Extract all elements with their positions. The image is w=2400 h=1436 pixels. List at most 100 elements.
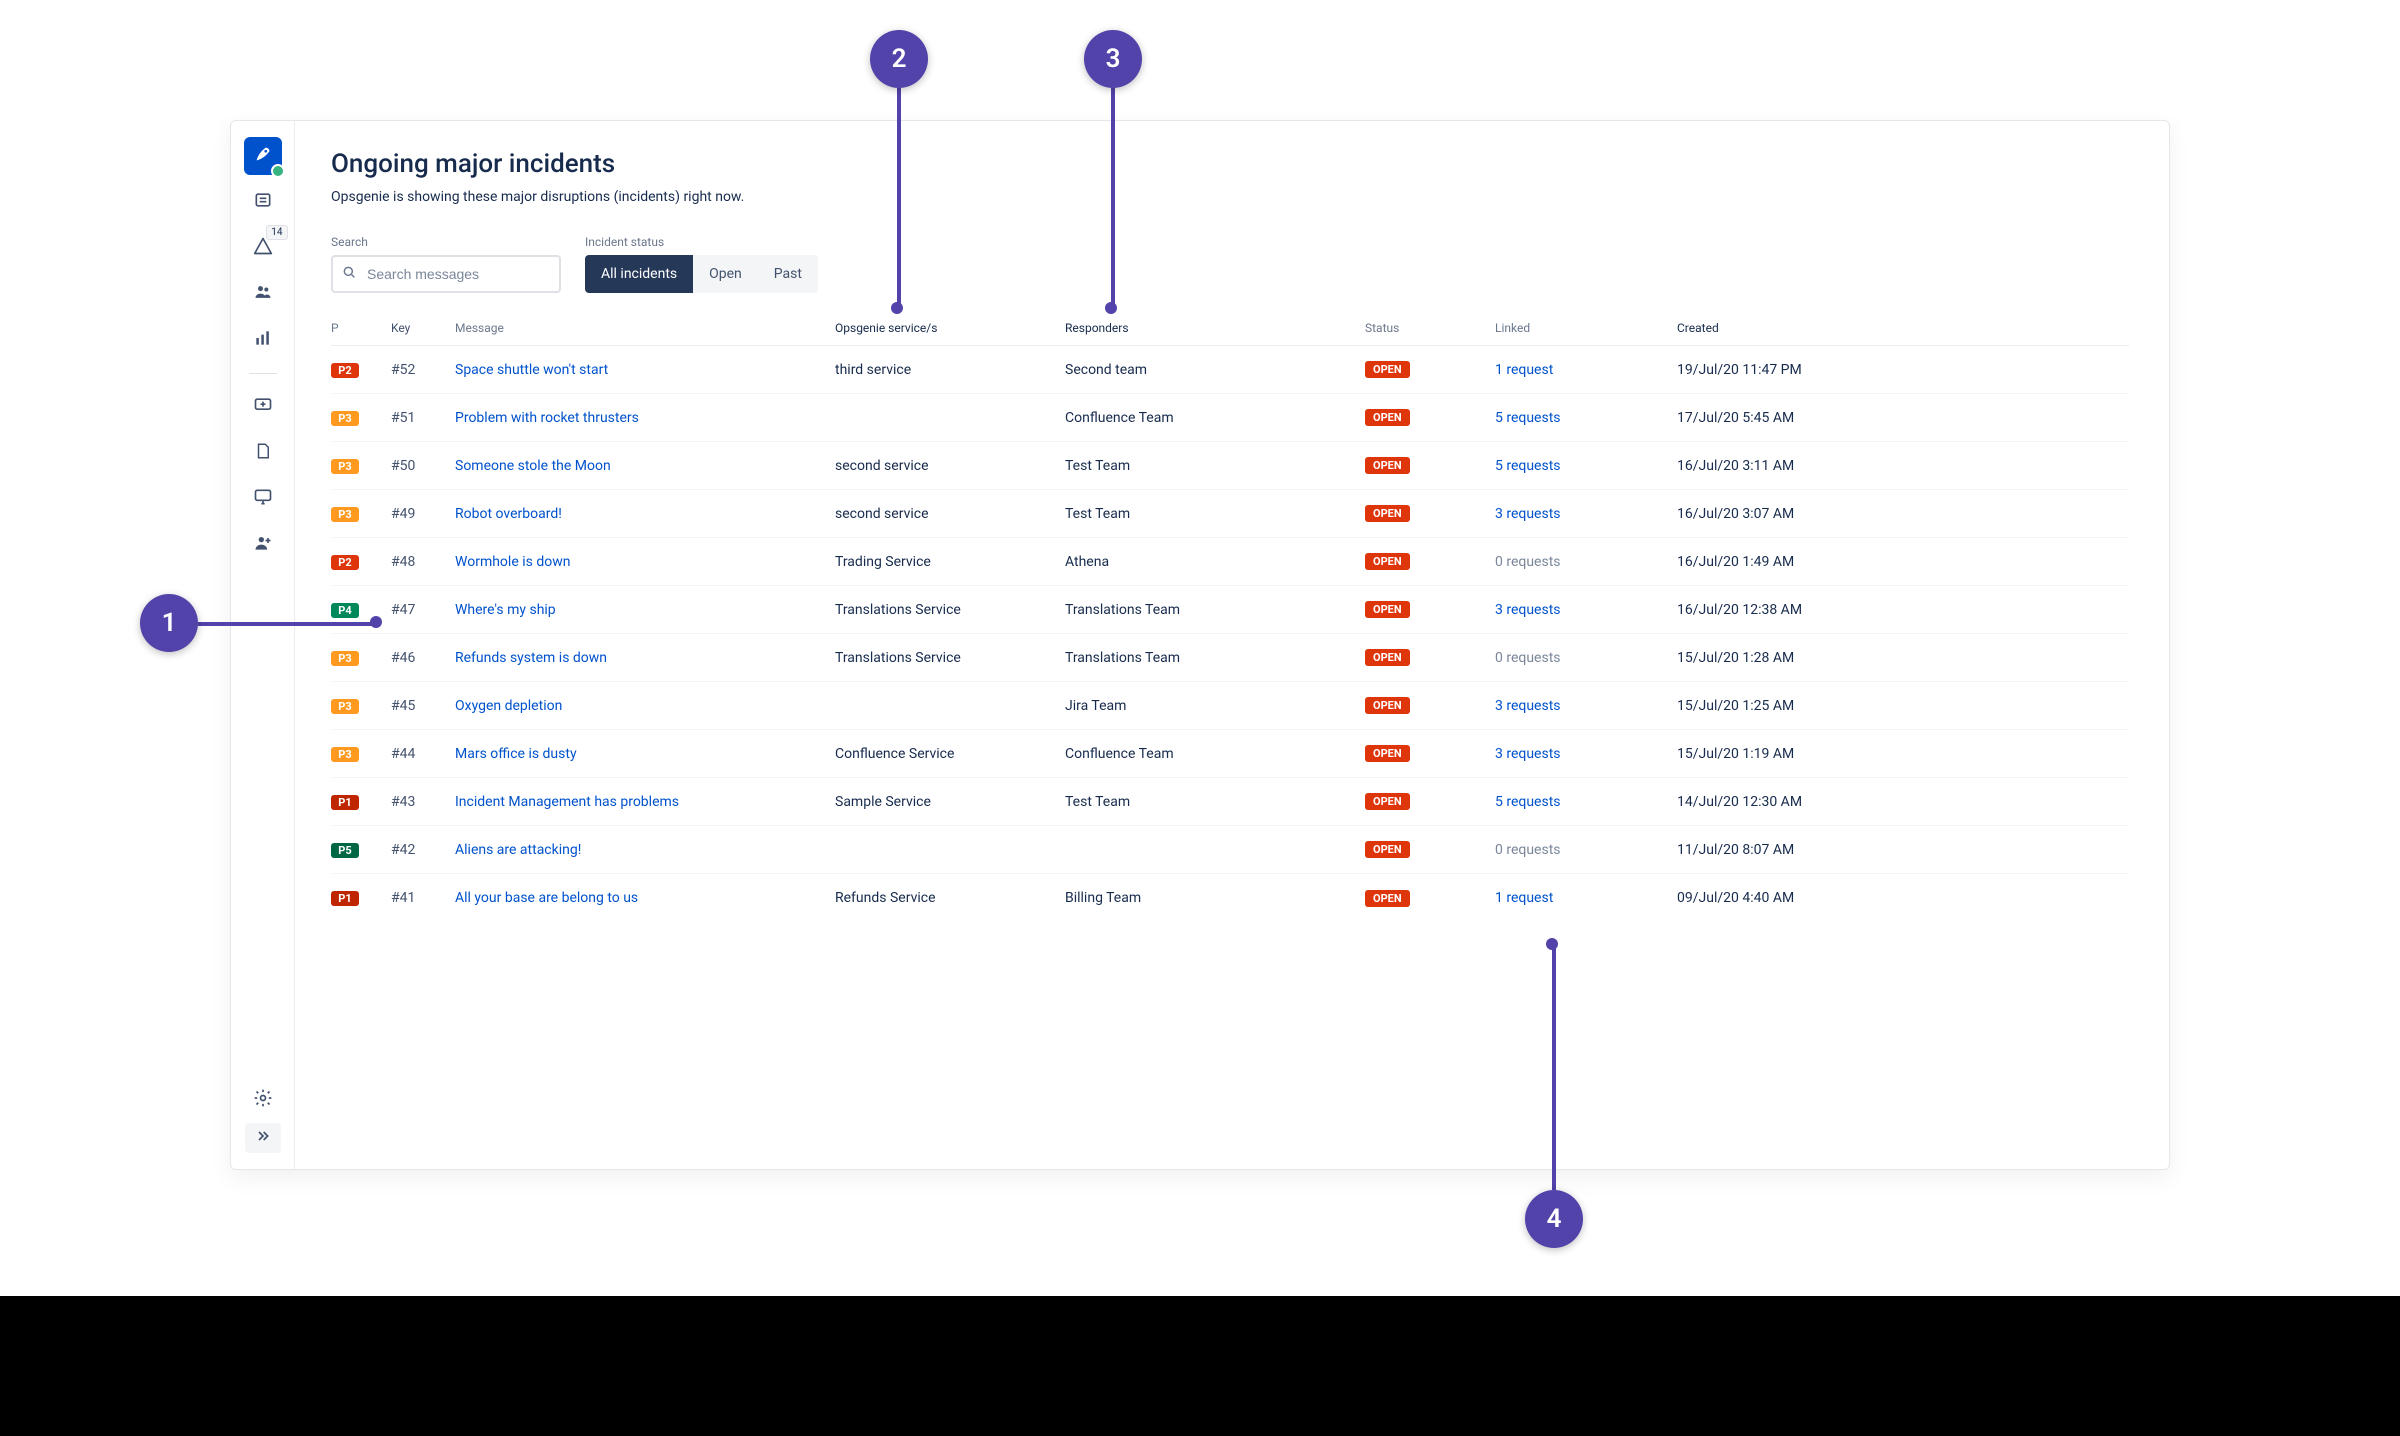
- incident-responders: Second team: [1065, 362, 1365, 378]
- status-badge: OPEN: [1365, 457, 1410, 474]
- segment-all-incidents[interactable]: All incidents: [585, 255, 693, 293]
- status-badge: OPEN: [1365, 890, 1410, 907]
- sidebar-queues[interactable]: [244, 183, 282, 221]
- incident-key: #48: [391, 554, 455, 570]
- incident-created: 19/Jul/20 11:47 PM: [1677, 362, 2129, 378]
- linked-requests-link[interactable]: 5 requests: [1495, 458, 1561, 474]
- incident-key: #45: [391, 698, 455, 714]
- sidebar: 14: [231, 121, 295, 1169]
- incident-service: Refunds Service: [835, 890, 1065, 906]
- incident-service: Translations Service: [835, 650, 1065, 666]
- table-row[interactable]: P3#49Robot overboard!second serviceTest …: [331, 490, 2129, 538]
- priority-badge: P1: [331, 891, 359, 906]
- annotation-callout-3: 3: [1084, 30, 1142, 88]
- incident-responders: Billing Team: [1065, 890, 1365, 906]
- incident-message-link[interactable]: All your base are belong to us: [455, 890, 638, 906]
- sidebar-expand-button[interactable]: [245, 1123, 281, 1153]
- sidebar-raise-request[interactable]: [244, 388, 282, 426]
- table-row[interactable]: P2#52Space shuttle won't startthird serv…: [331, 346, 2129, 394]
- segment-past[interactable]: Past: [758, 255, 818, 293]
- linked-requests-link[interactable]: 3 requests: [1495, 698, 1561, 714]
- col-header-key[interactable]: Key: [391, 321, 455, 335]
- status-badge: OPEN: [1365, 361, 1410, 378]
- table-row[interactable]: P1#41All your base are belong to usRefun…: [331, 874, 2129, 922]
- col-header-status[interactable]: Status: [1365, 321, 1495, 335]
- status-badge: OPEN: [1365, 553, 1410, 570]
- monitor-icon: [253, 487, 273, 512]
- incident-responders: Confluence Team: [1065, 746, 1365, 762]
- incident-message-link[interactable]: Problem with rocket thrusters: [455, 410, 639, 426]
- table-row[interactable]: P4#47Where's my shipTranslations Service…: [331, 586, 2129, 634]
- status-badge: OPEN: [1365, 505, 1410, 522]
- sidebar-unresolved[interactable]: 14: [244, 229, 282, 267]
- gear-icon: [253, 1088, 273, 1113]
- priority-badge: P5: [331, 843, 359, 858]
- sidebar-channels[interactable]: [244, 480, 282, 518]
- linked-requests-link[interactable]: 3 requests: [1495, 746, 1561, 762]
- table-row[interactable]: P3#50Someone stole the Moonsecond servic…: [331, 442, 2129, 490]
- annotation-line-2: [897, 88, 901, 304]
- table-row[interactable]: P5#42Aliens are attacking!OPEN0 requests…: [331, 826, 2129, 874]
- people-icon: [253, 282, 273, 307]
- annotation-line-1: [198, 622, 372, 626]
- incident-responders: Test Team: [1065, 506, 1365, 522]
- col-header-linked[interactable]: Linked: [1495, 321, 1677, 335]
- sidebar-invite[interactable]: [244, 526, 282, 564]
- bar-chart-icon: [253, 328, 273, 353]
- incident-created: 16/Jul/20 12:38 AM: [1677, 602, 2129, 618]
- table-row[interactable]: P3#46Refunds system is downTranslations …: [331, 634, 2129, 682]
- table-row[interactable]: P3#44Mars office is dustyConfluence Serv…: [331, 730, 2129, 778]
- add-screen-icon: [253, 395, 273, 420]
- chevron-double-right-icon: [255, 1128, 271, 1149]
- linked-requests-link[interactable]: 5 requests: [1495, 794, 1561, 810]
- table-row[interactable]: P2#48Wormhole is downTrading ServiceAthe…: [331, 538, 2129, 586]
- incident-message-link[interactable]: Aliens are attacking!: [455, 842, 581, 858]
- incident-responders: Translations Team: [1065, 650, 1365, 666]
- linked-requests-link[interactable]: 1 request: [1495, 890, 1553, 906]
- priority-badge: P3: [331, 747, 359, 762]
- sidebar-customers[interactable]: [244, 275, 282, 313]
- incident-message-link[interactable]: Oxygen depletion: [455, 698, 562, 714]
- incident-message-link[interactable]: Robot overboard!: [455, 506, 562, 522]
- sidebar-knowledge[interactable]: [244, 434, 282, 472]
- main-content: Ongoing major incidents Opsgenie is show…: [295, 121, 2169, 1169]
- linked-requests-link[interactable]: 1 request: [1495, 362, 1553, 378]
- incident-key: #50: [391, 458, 455, 474]
- incident-created: 14/Jul/20 12:30 AM: [1677, 794, 2129, 810]
- annotation-callout-1: 1: [140, 594, 198, 652]
- priority-badge: P3: [331, 411, 359, 426]
- col-header-created[interactable]: Created: [1677, 321, 2129, 335]
- search-input[interactable]: [331, 255, 561, 293]
- sidebar-settings[interactable]: [244, 1081, 282, 1119]
- black-strip: [0, 1296, 2400, 1436]
- table-row[interactable]: P1#43Incident Management has problemsSam…: [331, 778, 2129, 826]
- incident-key: #47: [391, 602, 455, 618]
- incident-message-link[interactable]: Where's my ship: [455, 602, 556, 618]
- col-header-responders[interactable]: Responders: [1065, 321, 1365, 335]
- table-row[interactable]: P3#51Problem with rocket thrustersConflu…: [331, 394, 2129, 442]
- queue-icon: [253, 190, 273, 215]
- table-row[interactable]: P3#45Oxygen depletionJira TeamOPEN3 requ…: [331, 682, 2129, 730]
- sidebar-reports[interactable]: [244, 321, 282, 359]
- linked-requests-link[interactable]: 3 requests: [1495, 602, 1561, 618]
- col-header-priority[interactable]: P: [331, 321, 391, 335]
- linked-count: 0 requests: [1495, 842, 1561, 858]
- incident-message-link[interactable]: Incident Management has problems: [455, 794, 679, 810]
- incident-message-link[interactable]: Refunds system is down: [455, 650, 607, 666]
- segment-open[interactable]: Open: [693, 255, 758, 293]
- col-header-service[interactable]: Opsgenie service/s: [835, 321, 1065, 335]
- incidents-table: P Key Message Opsgenie service/s Respond…: [331, 311, 2129, 922]
- linked-requests-link[interactable]: 5 requests: [1495, 410, 1561, 426]
- status-badge: OPEN: [1365, 697, 1410, 714]
- linked-requests-link[interactable]: 3 requests: [1495, 506, 1561, 522]
- priority-badge: P3: [331, 651, 359, 666]
- annotation-callout-4: 4: [1525, 1190, 1583, 1248]
- incident-message-link[interactable]: Mars office is dusty: [455, 746, 577, 762]
- project-logo[interactable]: [244, 137, 282, 175]
- incident-message-link[interactable]: Wormhole is down: [455, 554, 570, 570]
- incident-message-link[interactable]: Someone stole the Moon: [455, 458, 611, 474]
- incident-service: third service: [835, 362, 1065, 378]
- incident-message-link[interactable]: Space shuttle won't start: [455, 362, 608, 378]
- col-header-message[interactable]: Message: [455, 321, 835, 335]
- status-badge: OPEN: [1365, 601, 1410, 618]
